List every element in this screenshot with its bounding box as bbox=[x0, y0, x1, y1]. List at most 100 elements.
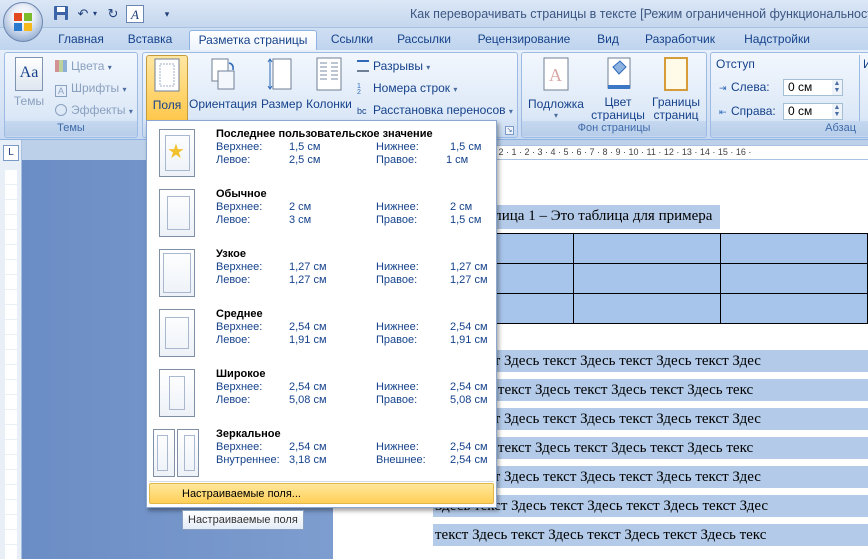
indent-right-label: ⇤ Справа: bbox=[719, 102, 776, 120]
text-line[interactable]: десь текст Здесь текст Здесь текст Здесь… bbox=[433, 350, 868, 372]
columns-button[interactable]: Колонки bbox=[305, 57, 353, 111]
right-label: Правое: bbox=[376, 394, 418, 406]
theme-effects-button[interactable]: Эффекты ▾ bbox=[55, 101, 133, 119]
text-line[interactable]: десь текст Здесь текст Здесь текст Здесь… bbox=[433, 466, 868, 488]
top-value: 2 см bbox=[289, 201, 312, 213]
wide-thumbnail bbox=[159, 369, 195, 417]
page-color-icon bbox=[607, 57, 631, 89]
table-caption[interactable]: блица 1 – Это таблица для примера bbox=[485, 205, 721, 229]
table-cell[interactable] bbox=[573, 293, 721, 324]
page-setup-dialog-launcher-icon[interactable]: ↘ bbox=[505, 126, 514, 135]
page-background-group-label: Фон страницы bbox=[522, 121, 706, 136]
orientation-label: Ориентация bbox=[189, 97, 258, 111]
bottom-value: 2,54 см bbox=[450, 441, 488, 453]
indent-right-icon: ⇤ bbox=[719, 107, 727, 117]
custom-margins-tooltip: Настраиваемые поля bbox=[182, 510, 304, 530]
orientation-icon bbox=[211, 58, 235, 90]
theme-colors-button[interactable]: Цвета ▾ bbox=[55, 57, 112, 75]
tab-review[interactable]: Рецензирование bbox=[472, 30, 576, 50]
margin-option-wide[interactable]: Широкое Верхнее: 2,54 см Нижнее: 2,54 см… bbox=[147, 363, 496, 423]
table-cell[interactable] bbox=[720, 233, 868, 264]
left-label: Левое: bbox=[216, 214, 251, 226]
hyphenation-button[interactable]: bc Расстановка переносов ▾ bbox=[357, 101, 513, 119]
table-cell[interactable] bbox=[573, 233, 721, 264]
hyphenation-label: Расстановка переносов bbox=[373, 103, 506, 117]
tab-page-layout[interactable]: Разметка страницы bbox=[189, 30, 317, 50]
orientation-button[interactable]: Ориентация bbox=[189, 57, 258, 111]
text-line[interactable]: Здесь текст Здесь текст Здесь текст Здес… bbox=[433, 495, 868, 517]
indent-left-spinner-icon[interactable]: ▲ ▼ bbox=[832, 80, 842, 95]
right-value: 1,91 см bbox=[450, 334, 488, 346]
text-line[interactable]: кст Здесь текст Здесь текст Здесь текст … bbox=[433, 379, 868, 401]
page-background-group: A Подложка ▾ Цвет страницы ▾ Границы стр… bbox=[521, 52, 707, 138]
hyphenation-icon: bc bbox=[357, 106, 367, 116]
margin-option-mirrored[interactable]: Зеркальное Верхнее: 2,54 см Нижнее: 2,54… bbox=[147, 423, 496, 483]
right-label: Правое: bbox=[376, 334, 418, 346]
spelling-icon[interactable]: A bbox=[126, 5, 144, 23]
margin-option-moderate[interactable]: Среднее Верхнее: 2,54 см Нижнее: 2,54 см… bbox=[147, 303, 496, 363]
office-logo-icon bbox=[14, 13, 32, 31]
bottom-label: Нижнее: bbox=[376, 381, 419, 393]
moderate-thumbnail bbox=[159, 309, 195, 357]
bottom-label: Нижнее: bbox=[376, 261, 419, 273]
left-value: 1,91 см bbox=[289, 334, 327, 346]
table-cell[interactable] bbox=[573, 263, 721, 294]
fonts-icon: A bbox=[55, 85, 67, 97]
page-borders-button[interactable]: Границы страниц bbox=[648, 57, 704, 122]
indent-left-text: Слева: bbox=[731, 80, 770, 94]
office-button[interactable] bbox=[3, 2, 43, 42]
table-cell[interactable] bbox=[720, 293, 868, 324]
tab-add-ins[interactable]: Надстройки bbox=[738, 30, 816, 50]
right-value: 1 см bbox=[446, 154, 469, 166]
margins-label: Поля bbox=[152, 98, 182, 112]
tab-home[interactable]: Главная bbox=[55, 30, 107, 50]
text-line[interactable]: текст Здесь текст Здесь текст Здесь текс… bbox=[433, 524, 868, 546]
repeat-icon[interactable]: ↻ bbox=[104, 5, 122, 23]
right-value: 1,27 см bbox=[450, 274, 488, 286]
margin-option-narrow[interactable]: Узкое Верхнее: 1,27 см Нижнее: 1,27 см Л… bbox=[147, 243, 496, 303]
margins-icon bbox=[154, 58, 180, 92]
themes-button[interactable]: Aa Темы bbox=[9, 57, 49, 108]
breaks-label: Разрывы bbox=[373, 59, 423, 73]
right-value: 5,08 см bbox=[450, 394, 488, 406]
margins-button[interactable]: Поля bbox=[146, 55, 188, 123]
tab-mailings[interactable]: Рассылки bbox=[392, 30, 456, 50]
indent-right-input[interactable]: 0 см ▲ ▼ bbox=[783, 103, 843, 120]
indent-right-value: 0 см bbox=[788, 104, 813, 118]
margin-option-name: Узкое bbox=[216, 248, 246, 260]
tab-selector-icon[interactable]: L bbox=[3, 145, 19, 161]
text-line[interactable]: кст Здесь текст Здесь текст Здесь текст … bbox=[433, 437, 868, 459]
themes-button-label: Темы bbox=[13, 94, 45, 108]
vertical-ruler-ticks bbox=[5, 170, 17, 559]
line-numbers-button[interactable]: 1 2 Номера строк ▾ bbox=[357, 79, 457, 97]
top-value: 1,27 см bbox=[289, 261, 327, 273]
margin-option-normal[interactable]: Обычное Верхнее: 2 см Нижнее: 2 см Левое… bbox=[147, 183, 496, 243]
watermark-icon: A bbox=[543, 57, 569, 91]
horizontal-ruler: · 2 · 1 · 2 · 3 · 4 · 5 · 6 · 7 · 8 · 9 … bbox=[493, 145, 868, 160]
save-icon[interactable] bbox=[52, 5, 70, 23]
table-cell[interactable] bbox=[720, 263, 868, 294]
margin-outline bbox=[165, 317, 189, 349]
left-value: 5,08 см bbox=[289, 394, 327, 406]
size-button[interactable]: Размер bbox=[261, 57, 302, 111]
tab-insert[interactable]: Вставка bbox=[122, 30, 178, 50]
tab-developer[interactable]: Разработчик bbox=[640, 30, 720, 50]
paragraph-group: Отступ ⇥ Слева: 0 см ▲ ▼ ⇤ Справа: 0 см ▲ ▼ … bbox=[710, 52, 868, 138]
margin-option-last-custom[interactable]: ★ Последнее пользовательское значение Ве… bbox=[147, 123, 496, 183]
right-label: Правое: bbox=[376, 214, 418, 226]
undo-dropdown-icon[interactable]: ▾ bbox=[90, 5, 100, 23]
bottom-value: 1,5 см bbox=[450, 141, 482, 153]
top-label: Верхнее: bbox=[216, 141, 263, 153]
tab-references[interactable]: Ссылки bbox=[326, 30, 378, 50]
watermark-button[interactable]: A Подложка ▾ bbox=[526, 57, 586, 120]
text-line[interactable]: десь текст Здесь текст Здесь текст Здесь… bbox=[433, 408, 868, 430]
indent-right-spinner-icon[interactable]: ▲ ▼ bbox=[832, 104, 842, 119]
customize-qat-icon[interactable]: ▾ bbox=[158, 5, 176, 23]
theme-fonts-button[interactable]: A Шрифты ▾ bbox=[55, 79, 126, 97]
tab-view[interactable]: Вид bbox=[590, 30, 626, 50]
breaks-button[interactable]: Разрывы ▾ bbox=[357, 57, 430, 75]
indent-left-input[interactable]: 0 см ▲ ▼ bbox=[783, 79, 843, 96]
document-table[interactable] bbox=[433, 233, 868, 324]
custom-margins-item[interactable]: Настраиваемые поля... bbox=[149, 483, 494, 504]
normal-thumbnail bbox=[159, 189, 195, 237]
